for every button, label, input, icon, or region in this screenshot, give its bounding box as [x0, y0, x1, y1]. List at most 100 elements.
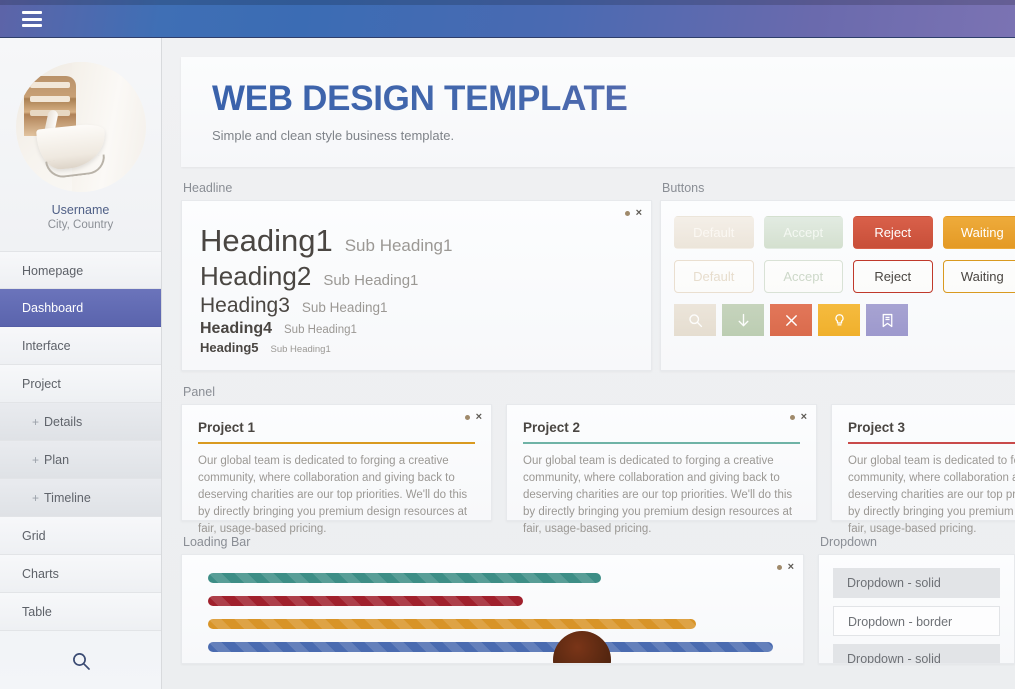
sidebar-item-timeline[interactable]: + Timeline	[0, 479, 161, 517]
heading-sample-row: Heading5 Sub Heading1	[200, 340, 651, 355]
lightbulb-icon-button[interactable]	[818, 304, 860, 336]
heading-sample-row: Heading4 Sub Heading1	[200, 320, 651, 338]
bookmark-icon-button[interactable]	[866, 304, 908, 336]
sub-heading-text: Sub Heading1	[344, 236, 453, 255]
card-controls: ×	[789, 412, 807, 423]
minimize-dot-icon[interactable]	[776, 565, 782, 570]
section-label-headline: Headline	[183, 181, 233, 195]
heading-text: Heading4	[200, 320, 273, 337]
project-accent-rule	[523, 442, 800, 444]
project-panel: Project 3 Our global team is dedicated to…	[831, 404, 1015, 535]
search-icon	[687, 312, 704, 329]
reject-solid-button[interactable]: Reject	[853, 216, 933, 249]
outline-button-row: Default Accept Reject Waiting	[674, 260, 1015, 293]
download-icon	[735, 312, 752, 329]
sidebar-item-homepage[interactable]: Homepage	[0, 251, 161, 289]
sub-heading-text: Sub Heading1	[284, 324, 357, 336]
page-title: WEB DESIGN TEMPLATE	[212, 80, 1015, 118]
project-panel: × Project 1 Our global team is dedicated t…	[181, 404, 492, 535]
profile-block: Username City, Country	[0, 38, 161, 231]
sidebar-item-label: Interface	[22, 339, 71, 353]
dropdown-solid[interactable]: Dropdown - solid	[833, 644, 1000, 663]
sidebar-item-label: Grid	[22, 529, 46, 543]
close-icon[interactable]: ×	[801, 412, 807, 423]
section-label-panel: Panel	[183, 385, 215, 399]
teal-progress[interactable]	[208, 573, 601, 583]
close-icon	[783, 312, 800, 329]
sub-heading-text: Sub Heading1	[301, 300, 388, 315]
page-subtitle: Simple and clean style business template…	[212, 127, 455, 143]
sidebar-item-interface[interactable]: Interface	[0, 327, 161, 365]
card-controls: ×	[776, 562, 794, 573]
orange-progress[interactable]	[208, 619, 696, 629]
sidebar-item-project[interactable]: Project	[0, 365, 161, 403]
project-body-text: Our global team is dedicated to forging …	[523, 455, 793, 535]
close-icon[interactable]: ×	[476, 412, 482, 423]
progress-track	[208, 573, 803, 583]
sidebar-item-label: Homepage	[22, 264, 84, 278]
expand-plus-icon: +	[32, 491, 40, 505]
search-icon-button[interactable]	[674, 304, 716, 336]
heading-sample-row: Heading3 Sub Heading1	[200, 294, 651, 318]
sidebar-item-label: Timeline	[44, 491, 91, 505]
loading-bar-card: ×	[181, 554, 804, 664]
close-icon-button[interactable]	[770, 304, 812, 336]
minimize-dot-icon[interactable]	[789, 415, 795, 420]
app-root: Username City, Country Homepage Dashboard…	[0, 0, 1015, 689]
sidebar-item-label: Charts	[22, 567, 59, 581]
project-body-text: Our global team is dedicated to forging …	[848, 455, 1015, 535]
default-outline-button[interactable]: Default	[674, 260, 754, 293]
hamburger-icon[interactable]	[22, 11, 42, 27]
username-label: Username	[51, 203, 110, 217]
project-body-text: Our global team is dedicated to forging …	[198, 455, 468, 535]
waiting-outline-button[interactable]: Waiting	[942, 260, 1015, 293]
lightbulb-icon	[831, 312, 848, 329]
expand-plus-icon: +	[32, 453, 40, 467]
close-icon[interactable]: ×	[636, 208, 642, 219]
minimize-dot-icon[interactable]	[464, 415, 470, 420]
user-location-label: City, Country	[47, 219, 114, 231]
blue-progress[interactable]	[208, 642, 774, 652]
avatar	[15, 62, 146, 192]
reject-outline-button[interactable]: Reject	[853, 260, 933, 293]
sidebar-search-button[interactable]	[0, 631, 161, 689]
sidebar-item-label: Project	[22, 377, 61, 391]
download-icon-button[interactable]	[722, 304, 764, 336]
sidebar: Username City, Country Homepage Dashboard…	[0, 38, 162, 689]
project-title: Project 1	[198, 420, 256, 435]
sub-heading-text: Sub Heading1	[270, 344, 331, 355]
sub-heading-text: Sub Heading1	[323, 272, 419, 289]
sidebar-item-details[interactable]: + Details	[0, 403, 161, 441]
minimize-dot-icon[interactable]	[624, 211, 630, 216]
sidebar-item-dashboard[interactable]: Dashboard	[0, 289, 161, 327]
main-content: WEB DESIGN TEMPLATE Simple and clean sty…	[162, 38, 1015, 689]
sidebar-item-table[interactable]: Table	[0, 593, 161, 631]
heading-text: Heading3	[200, 294, 290, 317]
heading-text: Heading2	[200, 261, 312, 291]
sidebar-item-label: Table	[22, 605, 52, 619]
waiting-solid-button[interactable]: Waiting	[942, 216, 1015, 249]
heading-sample-row: Heading2 Sub Heading1	[200, 261, 651, 292]
heading-sample-row: Heading1 Sub Heading1	[200, 223, 651, 259]
dropdown-card: Dropdown - solid Dropdown - border Dropdow…	[818, 554, 1015, 664]
sidebar-item-grid[interactable]: Grid	[0, 517, 161, 555]
red-progress[interactable]	[208, 596, 524, 606]
headline-card: × Heading1 Sub Heading1 Heading2 Sub Headin…	[181, 200, 652, 371]
accept-solid-button[interactable]: Accept	[763, 216, 843, 249]
accept-outline-button[interactable]: Accept	[763, 260, 843, 293]
panel-row: × Project 1 Our global team is dedicated t…	[181, 404, 1015, 535]
dropdown-solid[interactable]: Dropdown - solid	[833, 568, 1000, 598]
solid-button-row: Default Accept Reject Waiting	[674, 216, 1015, 249]
sidebar-item-plan[interactable]: + Plan	[0, 441, 161, 479]
progress-track	[208, 596, 803, 606]
close-icon[interactable]: ×	[788, 562, 794, 573]
progress-track	[208, 619, 803, 629]
search-icon	[71, 651, 91, 671]
buttons-card: Default Accept Reject Waiting Default Accept…	[660, 200, 1015, 371]
expand-plus-icon: +	[32, 415, 40, 429]
sidebar-nav: Homepage Dashboard Interface Project + Detail…	[0, 251, 161, 631]
dropdown-border[interactable]: Dropdown - border	[833, 606, 1000, 636]
default-solid-button[interactable]: Default	[674, 216, 754, 249]
sidebar-item-charts[interactable]: Charts	[0, 555, 161, 593]
card-controls: ×	[464, 412, 482, 423]
